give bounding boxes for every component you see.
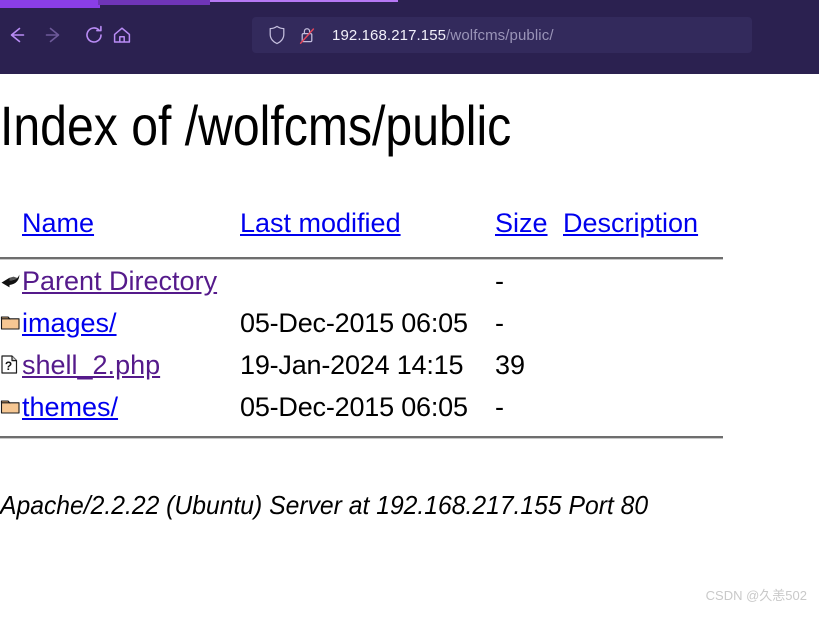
row-size-cell: - bbox=[495, 265, 504, 296]
sort-by-date-link[interactable]: Last modified bbox=[240, 208, 401, 238]
row-date-cell: 05-Dec-2015 06:05 bbox=[240, 391, 468, 422]
back-button[interactable] bbox=[2, 21, 30, 49]
shield-glyph bbox=[269, 25, 285, 45]
active-tab-indicator[interactable] bbox=[0, 0, 100, 8]
back-arrow-icon bbox=[1, 274, 20, 288]
folder-icon bbox=[0, 400, 20, 414]
link-shell-2-php[interactable]: shell_2.php bbox=[22, 350, 160, 380]
browser-chrome: 192.168.217.155/wolfcms/public/ bbox=[0, 0, 819, 74]
table-row[interactable]: Parent Directory - bbox=[0, 260, 760, 302]
row-description-cell bbox=[563, 386, 760, 428]
url-host: 192.168.217.155 bbox=[332, 26, 447, 44]
home-icon bbox=[113, 27, 131, 43]
header-rule-cell bbox=[0, 247, 760, 260]
row-description-cell bbox=[563, 344, 760, 386]
row-date-cell bbox=[240, 260, 495, 302]
navigation-toolbar: 192.168.217.155/wolfcms/public/ bbox=[0, 9, 819, 74]
row-description-cell bbox=[563, 260, 760, 302]
row-icon-cell: ? bbox=[0, 344, 22, 386]
tab-strip bbox=[0, 0, 819, 9]
header-cell-description: Description bbox=[563, 199, 760, 247]
horizontal-rule-bottom bbox=[0, 436, 723, 439]
header-cell-last-modified: Last modified bbox=[240, 199, 495, 247]
back-arrow-icon bbox=[10, 27, 25, 43]
page-title: Index of /wolfcms/public bbox=[0, 94, 512, 157]
forward-arrow-icon bbox=[45, 27, 60, 43]
link-parent-directory[interactable]: Parent Directory bbox=[22, 266, 217, 296]
row-name-cell: images/ bbox=[22, 302, 240, 344]
forward-button[interactable] bbox=[40, 21, 68, 49]
insecure-lock-icon[interactable] bbox=[296, 24, 318, 46]
row-date-cell: 19-Jan-2024 14:15 bbox=[240, 349, 464, 380]
row-size-cell: - bbox=[495, 391, 504, 422]
row-date-cell: 05-Dec-2015 06:05 bbox=[240, 307, 468, 338]
row-icon-cell bbox=[0, 302, 22, 344]
reload-icon bbox=[86, 25, 102, 43]
row-size-cell: 39 bbox=[495, 349, 526, 380]
footer-rule-row bbox=[0, 428, 760, 439]
row-icon-cell bbox=[0, 260, 22, 302]
apache-directory-index: Index of /wolfcms/public Name Last modif… bbox=[0, 74, 819, 617]
footer-rule-cell bbox=[0, 428, 760, 439]
row-size-cell: - bbox=[495, 307, 504, 338]
table-row[interactable]: ? shell_2.php 19-Jan-2024 14:15 39 bbox=[0, 344, 760, 386]
svg-text:?: ? bbox=[5, 359, 12, 373]
link-themes-directory[interactable]: themes/ bbox=[22, 392, 118, 422]
sort-by-description-link[interactable]: Description bbox=[563, 208, 698, 238]
row-icon-cell bbox=[0, 386, 22, 428]
table-row[interactable]: themes/ 05-Dec-2015 06:05 - bbox=[0, 386, 760, 428]
header-icon-cell bbox=[0, 199, 22, 247]
sort-by-name-link[interactable]: Name bbox=[22, 208, 94, 238]
reload-button[interactable] bbox=[80, 21, 108, 49]
url-path: /wolfcms/public/ bbox=[446, 26, 554, 44]
header-rule-row bbox=[0, 247, 760, 260]
row-name-cell: Parent Directory bbox=[22, 260, 240, 302]
directory-listing-table: Name Last modified Size Description Pare… bbox=[0, 199, 760, 439]
apache-server-signature: Apache/2.2.22 (Ubuntu) Server at 192.168… bbox=[0, 490, 649, 520]
row-name-cell: themes/ bbox=[22, 386, 240, 428]
url-text: 192.168.217.155/wolfcms/public/ bbox=[332, 27, 554, 44]
lock-crossed-glyph bbox=[299, 28, 315, 44]
folder-icon bbox=[0, 316, 20, 330]
home-button[interactable] bbox=[108, 21, 136, 49]
table-header-row: Name Last modified Size Description bbox=[0, 199, 760, 247]
shield-icon[interactable] bbox=[266, 24, 288, 46]
tab-edge-indicator[interactable] bbox=[98, 0, 210, 5]
unknown-file-icon: ? bbox=[1, 355, 18, 374]
url-bar[interactable]: 192.168.217.155/wolfcms/public/ bbox=[252, 17, 752, 53]
csdn-watermark: CSDN @久恙502 bbox=[705, 588, 807, 603]
header-cell-size: Size bbox=[495, 199, 563, 247]
header-cell-name: Name bbox=[22, 199, 240, 247]
row-name-cell: shell_2.php bbox=[22, 344, 240, 386]
table-row[interactable]: images/ 05-Dec-2015 06:05 - bbox=[0, 302, 760, 344]
row-description-cell bbox=[563, 302, 760, 344]
link-images-directory[interactable]: images/ bbox=[22, 308, 117, 338]
sort-by-size-link[interactable]: Size bbox=[495, 208, 548, 238]
